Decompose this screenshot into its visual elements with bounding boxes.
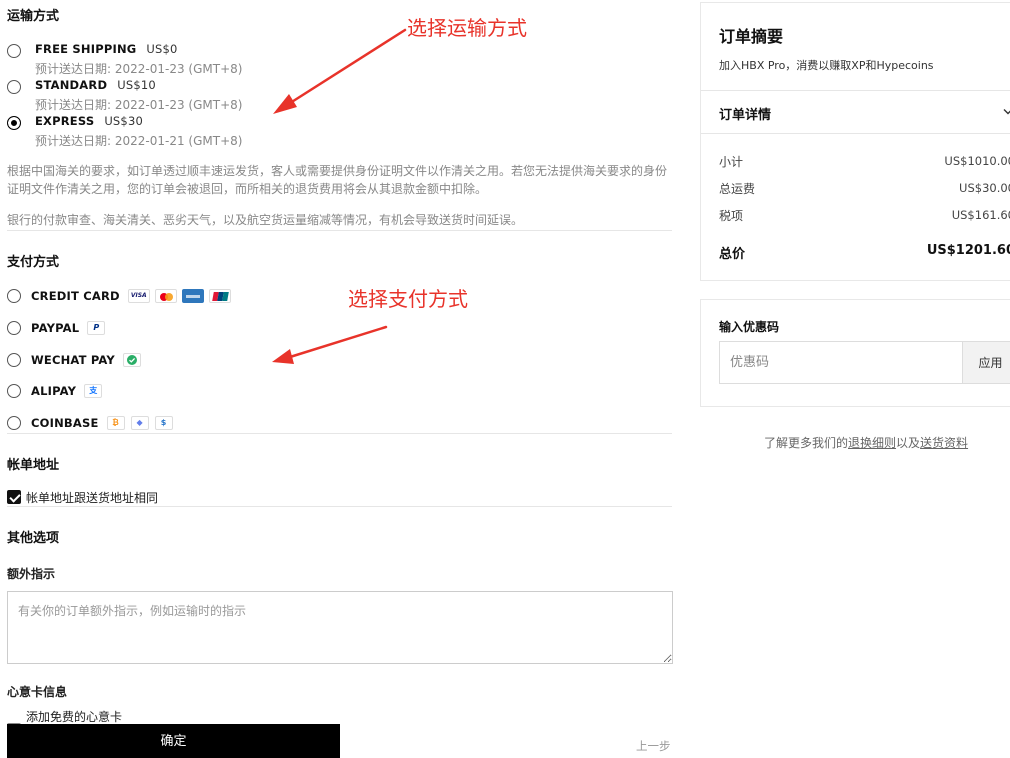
delay-notice: 银行的付款审查、海关清关、恶劣天气，以及航空货运量缩减等情况，有机会导致送货时间… [7,213,524,227]
payment-option-wechat-pay[interactable]: WECHAT PAY [7,353,141,367]
payment-option-label: WECHAT PAY [31,353,115,367]
shipping-option-price: US$0 [146,42,178,56]
payment-option-label: COINBASE [31,416,99,430]
shipping-option-date: 预计送达日期: 2022-01-21 (GMT+8) [35,134,243,148]
instructions-label: 额外指示 [7,567,56,581]
other-section-title: 其他选项 [7,531,60,546]
amex-icon [181,289,204,303]
payment-radio[interactable] [7,416,21,430]
shipping-option-standard[interactable]: STANDARD US$10 [35,78,156,92]
ethereum-icon: ◆ [130,416,149,430]
annotation-payment: 选择支付方式 [348,287,468,311]
paypal-icon: P [87,321,106,335]
shipping-fee-value: US$30.00 [959,181,1010,195]
payment-radio[interactable] [7,321,21,335]
back-link[interactable]: 上一步 [636,738,671,754]
payment-radio[interactable] [7,384,21,398]
shipping-fee-label: 总运费 [719,182,756,196]
hbx-pro-promo: 加入HBX Pro，消费以赚取XP和Hypecoins [719,59,934,72]
customs-notice: 根据中国海关的要求，如订单透过顺丰速运发货，客人或需要提供身份证明文件以作清关之… [7,164,668,196]
shipping-section-title: 运输方式 [7,9,60,24]
order-details-toggle[interactable]: 订单详情 [701,91,1010,133]
coupon-panel: 输入优惠码 应用 [700,299,1010,407]
visa-icon: VISA [127,289,150,303]
policy-prefix: 了解更多我们的 [764,436,849,450]
instructions-textarea[interactable] [7,591,673,664]
confirm-button[interactable]: 确定 [7,724,340,758]
payment-section-title: 支付方式 [7,255,60,270]
shipping-option-express[interactable]: EXPRESS US$30 [35,114,143,128]
payment-option-alipay[interactable]: ALIPAY 支 [7,384,103,398]
shipping-option-free[interactable]: FREE SHIPPING US$0 [35,42,178,56]
annotation-shipping: 选择运输方式 [407,16,527,40]
shipping-radio-free[interactable] [7,44,21,58]
billing-same-label: 帐单地址跟送货地址相同 [26,491,159,505]
coupon-title: 输入优惠码 [719,320,780,334]
billing-section-title: 帐单地址 [7,458,60,473]
apply-coupon-button[interactable]: 应用 [962,341,1010,384]
policy-middle: 以及 [896,436,921,450]
shipping-option-price: US$30 [104,114,143,128]
shipping-info-link[interactable]: 送货资料 [920,436,968,450]
tax-value: US$161.60 [951,208,1010,222]
divider [7,433,672,434]
annotation-arrow-shipping [273,28,407,114]
payment-option-credit-card[interactable]: CREDIT CARD VISA [7,289,236,303]
subtotal-value: US$1010.00 [944,154,1010,168]
shipping-option-date: 预计送达日期: 2022-01-23 (GMT+8) [35,98,243,112]
coupon-input[interactable] [719,341,963,384]
chevron-down-icon [1003,109,1010,115]
shipping-option-label: STANDARD [35,78,108,92]
divider [7,230,672,231]
divider [701,133,1010,134]
alipay-icon: 支 [84,384,103,398]
order-details-label: 订单详情 [719,108,772,123]
wechat-pay-icon [122,353,141,367]
annotation-arrow-payment [272,325,388,364]
payment-option-label: PAYPAL [31,321,80,335]
unionpay-icon [208,289,231,303]
subtotal-label: 小计 [719,155,744,169]
return-policy-link[interactable]: 退换细则 [848,436,896,450]
usdc-icon: $ [154,416,173,430]
total-value: US$1201.60 [926,243,1010,258]
payment-option-paypal[interactable]: PAYPAL P [7,321,106,335]
payment-option-label: ALIPAY [31,384,77,398]
order-summary-title: 订单摘要 [719,27,784,46]
divider [7,506,672,507]
billing-same-checkbox[interactable] [7,490,21,504]
mastercard-icon [154,289,177,303]
shipping-option-label: FREE SHIPPING [35,42,137,56]
policy-links: 了解更多我们的退换细则以及送货资料 [764,434,968,451]
shipping-option-date: 预计送达日期: 2022-01-23 (GMT+8) [35,62,243,76]
payment-option-coinbase[interactable]: COINBASE ₿ ◆ $ [7,416,173,430]
bitcoin-icon: ₿ [106,416,125,430]
shipping-option-price: US$10 [117,78,156,92]
shipping-radio-standard[interactable] [7,80,21,94]
gift-card-label: 心意卡信息 [7,685,68,699]
payment-radio[interactable] [7,353,21,367]
payment-radio[interactable] [7,289,21,303]
tax-label: 税项 [719,209,744,223]
total-label: 总价 [719,247,746,262]
order-summary-panel: 订单摘要 加入HBX Pro，消费以赚取XP和Hypecoins 订单详情 小计… [700,2,1010,281]
payment-option-label: CREDIT CARD [31,289,120,303]
gift-card-checkbox-label: 添加免费的心意卡 [26,710,123,724]
shipping-option-label: EXPRESS [35,114,95,128]
shipping-radio-express[interactable] [7,116,21,130]
